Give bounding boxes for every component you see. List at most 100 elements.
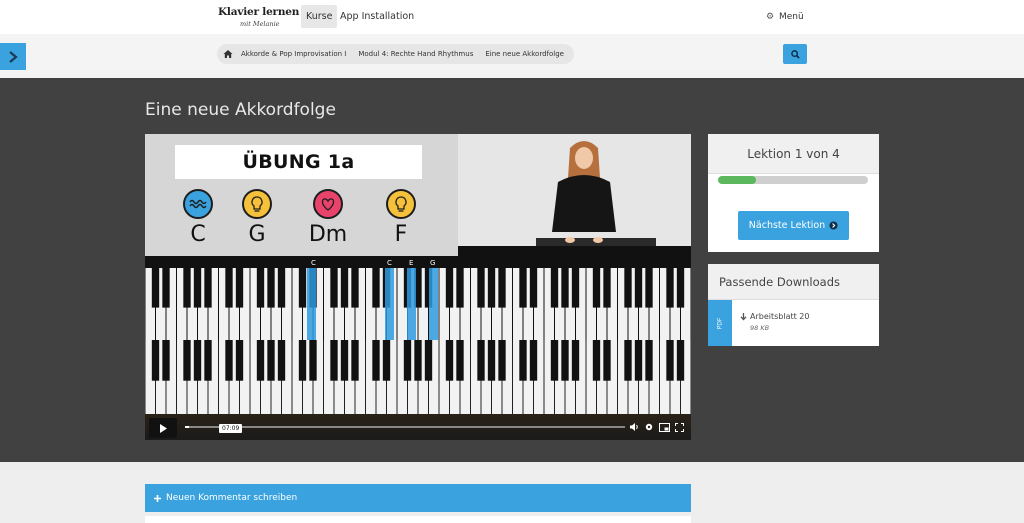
note-label: G: [430, 259, 436, 267]
black-key: [487, 268, 496, 308]
black-key: [676, 268, 685, 308]
lesson-progress-bar: [718, 176, 868, 184]
black-key: [382, 340, 391, 381]
search-button[interactable]: [783, 44, 807, 64]
teacher-figure: [458, 134, 691, 256]
video-controls: 07:09: [145, 414, 691, 440]
exercise-title: ÜBUNG 1a: [175, 145, 422, 179]
black-key: [498, 340, 506, 381]
lesson-counter: Lektion 1 von 4: [747, 147, 840, 161]
breadcrumb: Akkorde & Pop Improvisation I Modul 4: R…: [217, 44, 574, 64]
logo-text: Klavier lernen: [218, 6, 300, 18]
volume-icon[interactable]: [629, 422, 639, 432]
black-key: [298, 340, 307, 381]
download-arrow-icon: [740, 312, 747, 320]
sidebar-toggle-button[interactable]: [0, 43, 26, 70]
bulb-icon: [242, 189, 272, 219]
black-key: [298, 268, 307, 308]
nav-courses-link[interactable]: Kurse: [301, 5, 338, 28]
pdf-badge: PDF: [708, 300, 732, 346]
black-key: [666, 268, 674, 308]
black-key: [403, 340, 412, 381]
black-key: [267, 340, 275, 381]
fullscreen-icon[interactable]: [675, 422, 684, 432]
black-key: [351, 340, 359, 381]
breadcrumb-item-module[interactable]: Modul 4: Rechte Hand Rhythmus: [356, 50, 475, 58]
black-key: [235, 268, 244, 308]
black-key: [277, 340, 286, 381]
lesson-video-player[interactable]: ÜBUNG 1a C G Dm F C C E G 07:09: [145, 134, 691, 440]
chord-name: C: [190, 222, 206, 247]
black-key: [487, 340, 496, 381]
black-key: [424, 340, 433, 381]
next-lesson-button[interactable]: Nächste Lektion: [738, 211, 849, 240]
black-key: [330, 268, 338, 308]
black-key: [445, 268, 454, 308]
page-title: Eine neue Akkordfolge: [145, 100, 336, 120]
new-comment-button[interactable]: Neuen Kommentar schreiben: [145, 484, 691, 512]
black-key: [571, 340, 580, 381]
black-key: [571, 268, 580, 308]
black-key: [372, 268, 380, 308]
lesson-progress-card: Lektion 1 von 4 Nächste Lektion: [708, 134, 879, 252]
black-key: [414, 340, 422, 381]
lesson-progress-fill: [718, 176, 756, 184]
video-progress-bar[interactable]: 07:09: [185, 424, 625, 433]
black-key: [256, 268, 265, 308]
menu-button[interactable]: ⚙ Menü: [766, 6, 804, 28]
black-key: [561, 340, 569, 381]
black-key: [351, 268, 359, 308]
black-key: [204, 340, 212, 381]
wave-icon: [183, 189, 213, 219]
black-key: [235, 340, 244, 381]
piano-keyboard-closeup: [145, 340, 691, 414]
menu-label: Menü: [778, 12, 804, 22]
black-key: [477, 340, 485, 381]
brand-logo[interactable]: Klavier lernen mit Melanie: [218, 6, 300, 32]
home-icon[interactable]: [223, 49, 233, 59]
download-file-name: Arbeitsblatt 20: [750, 312, 810, 321]
breadcrumb-item-course[interactable]: Akkorde & Pop Improvisation I: [239, 50, 348, 58]
black-key: [340, 268, 349, 308]
settings-gear-icon[interactable]: [644, 422, 654, 432]
black-key: [256, 340, 265, 381]
logo-subtext: mit Melanie: [240, 20, 280, 28]
exercise-panel: ÜBUNG 1a C G Dm F: [145, 134, 458, 256]
black-key: [340, 340, 349, 381]
black-key: [529, 340, 538, 381]
breadcrumb-item-lesson: Eine neue Akkordfolge: [485, 50, 564, 58]
plus-icon: [154, 494, 161, 502]
note-label: C: [311, 259, 316, 267]
search-icon: [790, 49, 800, 59]
comments-section: Neuen Kommentar schreiben: [0, 462, 1024, 523]
black-key: [592, 268, 601, 308]
video-progress-fill: [185, 426, 190, 428]
black-key: [634, 268, 643, 308]
black-key: [225, 268, 233, 308]
black-key: [634, 340, 643, 381]
black-key: [592, 340, 601, 381]
highlighted-key: [307, 268, 316, 340]
black-key: [603, 340, 611, 381]
picture-in-picture-icon[interactable]: [659, 422, 670, 432]
black-key: [666, 340, 674, 381]
downloads-card: Passende Downloads PDF Arbeitsblatt 20 9…: [708, 264, 879, 346]
play-button[interactable]: [149, 418, 177, 438]
black-key: [550, 340, 559, 381]
video-control-icons: [629, 420, 684, 434]
black-key: [277, 268, 286, 308]
download-item[interactable]: PDF Arbeitsblatt 20 98 KB: [708, 300, 879, 346]
piano-keyboard-top: [145, 256, 691, 340]
black-key: [477, 268, 485, 308]
black-key: [624, 340, 632, 381]
nav-app-installation-link[interactable]: App Installation: [335, 5, 419, 28]
black-key: [162, 268, 170, 308]
black-key: [309, 340, 317, 381]
gear-icon: ⚙: [766, 12, 775, 22]
breadcrumb-bar: Akkorde & Pop Improvisation I Modul 4: R…: [0, 34, 1024, 78]
black-key: [445, 340, 454, 381]
bulb-icon: [386, 189, 416, 219]
black-key: [645, 340, 653, 381]
black-key: [624, 268, 632, 308]
download-file-size: 98 KB: [750, 324, 770, 332]
